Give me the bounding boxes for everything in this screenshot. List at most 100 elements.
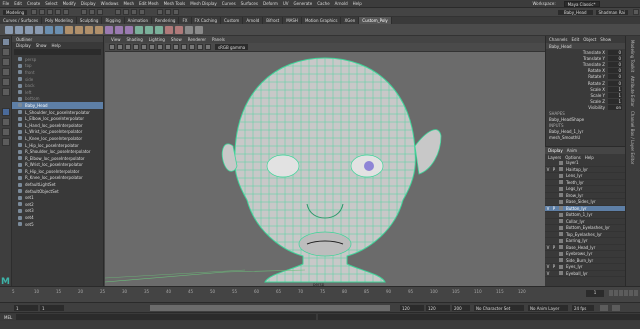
shelf-tab[interactable]: Bifrost [263, 17, 284, 24]
snap-grid-icon[interactable] [115, 9, 122, 15]
menu-item[interactable]: Help [353, 1, 362, 6]
attribute-value[interactable]: on [608, 105, 622, 111]
scale-tool-icon[interactable] [1, 88, 10, 96]
character-set-dropdown[interactable]: No Character Set [474, 305, 524, 311]
outliner-item[interactable]: R_Knee_loc_poseInterpolator [12, 175, 103, 182]
mel-label[interactable]: MEL [0, 315, 16, 320]
cube-icon[interactable] [5, 25, 13, 34]
shelf-tab[interactable]: Motion Graphics [302, 17, 342, 24]
shelf-tab[interactable]: Poly Modeling [42, 17, 77, 24]
outliner-item[interactable]: front [12, 69, 103, 76]
layer-color-swatch[interactable] [559, 225, 563, 230]
cylinder-icon[interactable] [25, 25, 33, 34]
channelbox-menu-item[interactable]: Edit [572, 37, 580, 42]
attribute-value[interactable]: 1 [608, 92, 622, 98]
side-tab[interactable]: Modeling Toolkit [630, 40, 635, 72]
shelf-tab[interactable]: Animation [125, 17, 153, 24]
select-object-icon[interactable] [89, 9, 96, 15]
playback-toggle[interactable]: P [551, 206, 557, 211]
playback-start-field[interactable]: 1 [40, 305, 64, 311]
visibility-toggle[interactable]: V [545, 271, 551, 276]
quad-draw-icon[interactable] [185, 25, 193, 34]
menu-item[interactable]: Cache [317, 1, 329, 6]
outliner-search-input[interactable] [14, 49, 101, 55]
outliner-item[interactable]: top [12, 63, 103, 70]
start-time-field[interactable]: 1 [14, 305, 38, 311]
menu-item[interactable]: Windows [101, 1, 119, 6]
render-settings-icon[interactable] [173, 9, 180, 15]
layer-color-swatch[interactable] [559, 219, 563, 224]
outliner-item[interactable]: persp [12, 56, 103, 63]
menu-item[interactable]: Edit Mesh [139, 1, 159, 6]
shelf-tab[interactable]: Sculpting [77, 17, 103, 24]
shelf-tab[interactable]: Rigging [102, 17, 125, 24]
playback-toggle[interactable]: P [551, 264, 557, 269]
menu-item[interactable]: Display [81, 1, 96, 6]
outliner-item[interactable]: L_Knee_loc_poseInterpolator [12, 135, 103, 142]
grid-icon[interactable] [133, 44, 139, 50]
layer-tab[interactable]: Anim [567, 148, 577, 153]
side-tab[interactable]: Channel Box / Layer Editor [630, 111, 635, 164]
head-model[interactable] [195, 54, 455, 288]
outliner-item[interactable]: bottom [12, 96, 103, 103]
workspace-dropdown[interactable]: Maya Classic* [563, 1, 600, 7]
extrude-icon[interactable] [75, 25, 83, 34]
viewport-menu-item[interactable]: Shading [127, 37, 143, 42]
shelf-tab[interactable]: Rendering [152, 17, 180, 24]
snap-curve-icon[interactable] [123, 9, 130, 15]
smooth-icon[interactable] [65, 25, 73, 34]
layer-color-swatch[interactable] [559, 271, 563, 276]
menu-item[interactable]: Deform [263, 1, 278, 6]
outliner-item[interactable]: L_Shoulder_loc_poseInterpolator [12, 109, 103, 116]
multi-cut-icon[interactable] [105, 25, 113, 34]
range-bar[interactable] [150, 305, 390, 311]
outliner-item[interactable]: L_Elbow_loc_poseInterpolator [12, 115, 103, 122]
outliner-persp-icon[interactable] [1, 128, 10, 136]
workspace-selector[interactable]: Workspace: Maya Classic* [530, 1, 602, 7]
graph-persp-icon[interactable] [1, 138, 10, 146]
playback-toggle[interactable]: P [551, 245, 557, 250]
bookmark-icon[interactable] [117, 44, 123, 50]
menu-item[interactable]: Curves [222, 1, 236, 6]
shelf-tab[interactable]: FX [179, 17, 192, 24]
attribute-value[interactable]: 0 [608, 61, 622, 67]
time-slider[interactable]: 5 10 15 20 25 30 35 40 45 50 55 60 65 70 75 80 85 90 95 100… [0, 286, 640, 302]
object-name-field[interactable]: Baby_Head [557, 9, 593, 15]
layer-color-swatch[interactable] [559, 232, 563, 237]
menu-item[interactable]: Modify [63, 1, 76, 6]
sphere-icon[interactable] [15, 25, 23, 34]
fps-dropdown[interactable]: 24 fps [572, 305, 594, 311]
attribute-value[interactable]: 0 [608, 80, 622, 86]
layer-color-swatch[interactable] [559, 199, 563, 204]
outliner-menu-item[interactable]: Display [16, 43, 31, 48]
layer-row[interactable]: V Eyeball_lyr [545, 271, 625, 277]
anim-layer-dropdown[interactable]: No Anim Layer [528, 305, 568, 311]
layer-color-swatch[interactable] [559, 186, 563, 191]
save-scene-icon[interactable] [47, 9, 54, 15]
plane-icon[interactable] [35, 25, 43, 34]
layer-color-swatch[interactable] [559, 193, 563, 198]
render-icon[interactable] [157, 9, 164, 15]
lights-icon[interactable] [173, 44, 179, 50]
menu-item[interactable]: Generate [294, 1, 313, 6]
shelf-tab[interactable]: Custom_Poly [359, 17, 392, 24]
mirror-icon[interactable] [135, 25, 143, 34]
play-forward-icon[interactable] [624, 290, 628, 296]
viewport-menu-item[interactable]: View [111, 37, 121, 42]
shadows-icon[interactable] [181, 44, 187, 50]
menu-item[interactable]: Mesh [123, 1, 134, 6]
layer-tab[interactable]: Display [548, 148, 563, 153]
image-plane-icon[interactable] [125, 44, 131, 50]
key-icon[interactable] [600, 305, 608, 311]
shelf-tab[interactable]: XGen [341, 17, 360, 24]
combine-icon[interactable] [45, 25, 53, 34]
layer-color-swatch[interactable] [559, 258, 563, 263]
undo-icon[interactable] [55, 9, 62, 15]
viewport-menu-item[interactable]: Renderer [188, 37, 206, 42]
layer-color-swatch[interactable] [559, 264, 563, 269]
viewport-menu-item[interactable]: Panels [212, 37, 225, 42]
open-scene-icon[interactable] [39, 9, 46, 15]
shelf-tab[interactable]: FX Caching [192, 17, 221, 24]
wireframe-icon[interactable] [141, 44, 147, 50]
layer-color-swatch[interactable] [559, 160, 563, 165]
